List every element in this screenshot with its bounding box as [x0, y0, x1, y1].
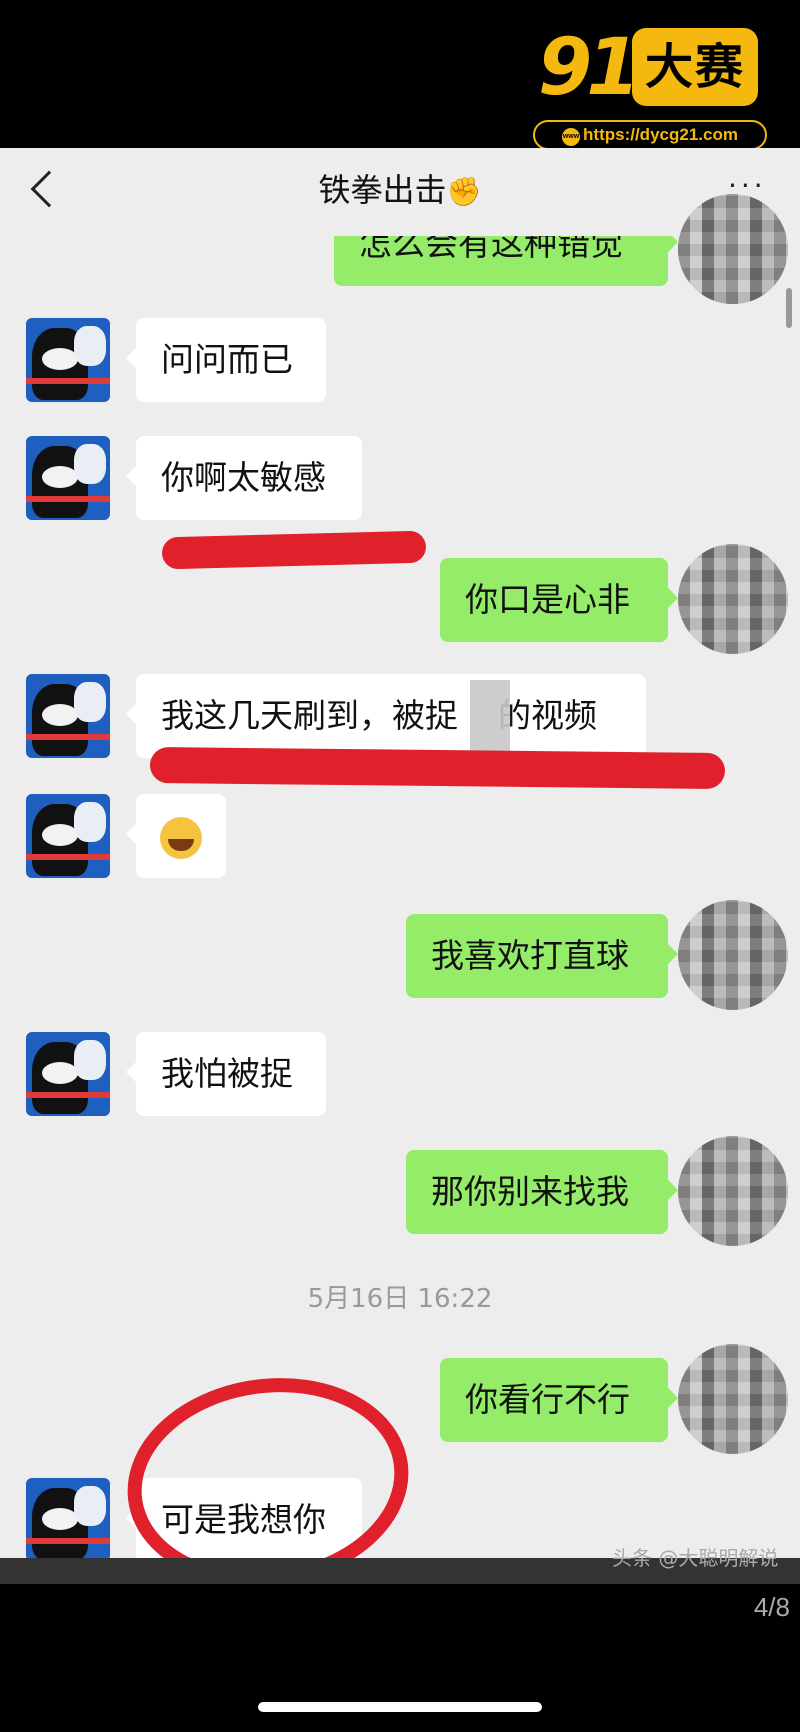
message-text: 那你别来找我 — [431, 1172, 629, 1211]
avatar-stripe — [26, 496, 110, 502]
avatar-stripe — [26, 378, 110, 384]
chat-title: 铁拳出击✊ — [0, 168, 800, 214]
boxing-glove — [74, 1040, 106, 1080]
message-bubble-right[interactable]: 那你别来找我 — [406, 1150, 678, 1234]
contact-avatar[interactable] — [26, 674, 110, 758]
censor-block — [470, 680, 510, 754]
message-timestamp: 5月16日 16:22 — [307, 1284, 493, 1314]
message-bubble-left[interactable]: 我这几天刷到，被捉 的视频 — [126, 674, 646, 758]
message-text: 你口是心非 — [465, 580, 630, 619]
watermark-url: www https://dycg21.com — [533, 120, 767, 150]
message-text: 我怕被捉 — [161, 1054, 293, 1093]
message-text: 我这几天刷到，被捉 — [161, 696, 458, 735]
chat-header: 铁拳出击✊ ··· — [0, 148, 800, 236]
message-text: 我喜欢打直球 — [431, 936, 629, 975]
avatar-stripe — [26, 1092, 110, 1098]
message-text: 你看行不行 — [465, 1380, 630, 1419]
my-avatar[interactable] — [678, 194, 788, 304]
scrollbar[interactable] — [786, 288, 792, 328]
home-indicator[interactable] — [258, 1702, 542, 1712]
avatar-stripe — [26, 1538, 110, 1544]
message-text: 问问而已 — [161, 340, 293, 379]
message-bubble-right[interactable]: 我喜欢打直球 — [406, 914, 678, 998]
boxing-glove — [74, 682, 106, 722]
contact-avatar[interactable] — [26, 794, 110, 878]
boxing-glove — [74, 326, 106, 366]
chat-screen: 怎么会有这种错觉 铁拳出击✊ ··· 问问而已 你啊太敏感 你口是心非 我这几天… — [0, 148, 800, 1584]
red-circle-mark — [127, 1378, 409, 1584]
contact-avatar[interactable] — [26, 436, 110, 520]
red-underline-mark — [149, 746, 726, 790]
logo-number: 91 — [538, 23, 641, 113]
avatar-stripe — [26, 854, 110, 860]
boxing-glove — [74, 444, 106, 484]
globe-icon: www — [562, 128, 581, 146]
message-text: 你啊太敏感 — [161, 458, 326, 497]
more-icon[interactable]: ··· — [728, 172, 768, 200]
my-avatar[interactable] — [678, 900, 788, 1010]
logo-badge: 大赛 — [632, 28, 758, 106]
cat-face — [42, 824, 78, 846]
boxing-glove — [74, 1486, 106, 1526]
cat-face — [42, 348, 78, 370]
chat-title-text: 铁拳出击 — [318, 171, 447, 209]
message-bubble-right[interactable]: 你口是心非 — [440, 558, 678, 642]
contact-avatar[interactable] — [26, 318, 110, 402]
message-text-after: 的视频 — [498, 696, 597, 735]
my-avatar[interactable] — [678, 1136, 788, 1246]
cat-face — [42, 1508, 78, 1530]
message-bubble-left[interactable]: 你啊太敏感 — [126, 436, 362, 520]
cat-face — [42, 466, 78, 488]
boxing-glove — [74, 802, 106, 842]
page-indicator: 4/8 — [753, 1592, 790, 1622]
laughing-tears-emoji-icon — [160, 816, 202, 859]
message-bubble-left[interactable]: 我怕被捉 — [126, 1032, 326, 1116]
message-bubble-right[interactable]: 你看行不行 — [440, 1358, 678, 1442]
red-underline-mark — [161, 530, 427, 570]
contact-avatar[interactable] — [26, 1032, 110, 1116]
cat-face — [42, 704, 78, 726]
fist-icon: ✊ — [446, 175, 482, 208]
source-credit: 头条 @大聪明解说 — [612, 1546, 779, 1570]
avatar-stripe — [26, 734, 110, 740]
my-avatar[interactable] — [678, 544, 788, 654]
watermark-url-text: https://dycg21.com — [583, 125, 738, 144]
contact-avatar[interactable] — [26, 1478, 110, 1562]
my-avatar[interactable] — [678, 1344, 788, 1454]
cat-face — [42, 1062, 78, 1084]
message-bubble-left[interactable] — [126, 794, 226, 878]
watermark-logo: 91 大赛 — [538, 24, 768, 110]
message-bubble-left[interactable]: 问问而已 — [126, 318, 326, 402]
